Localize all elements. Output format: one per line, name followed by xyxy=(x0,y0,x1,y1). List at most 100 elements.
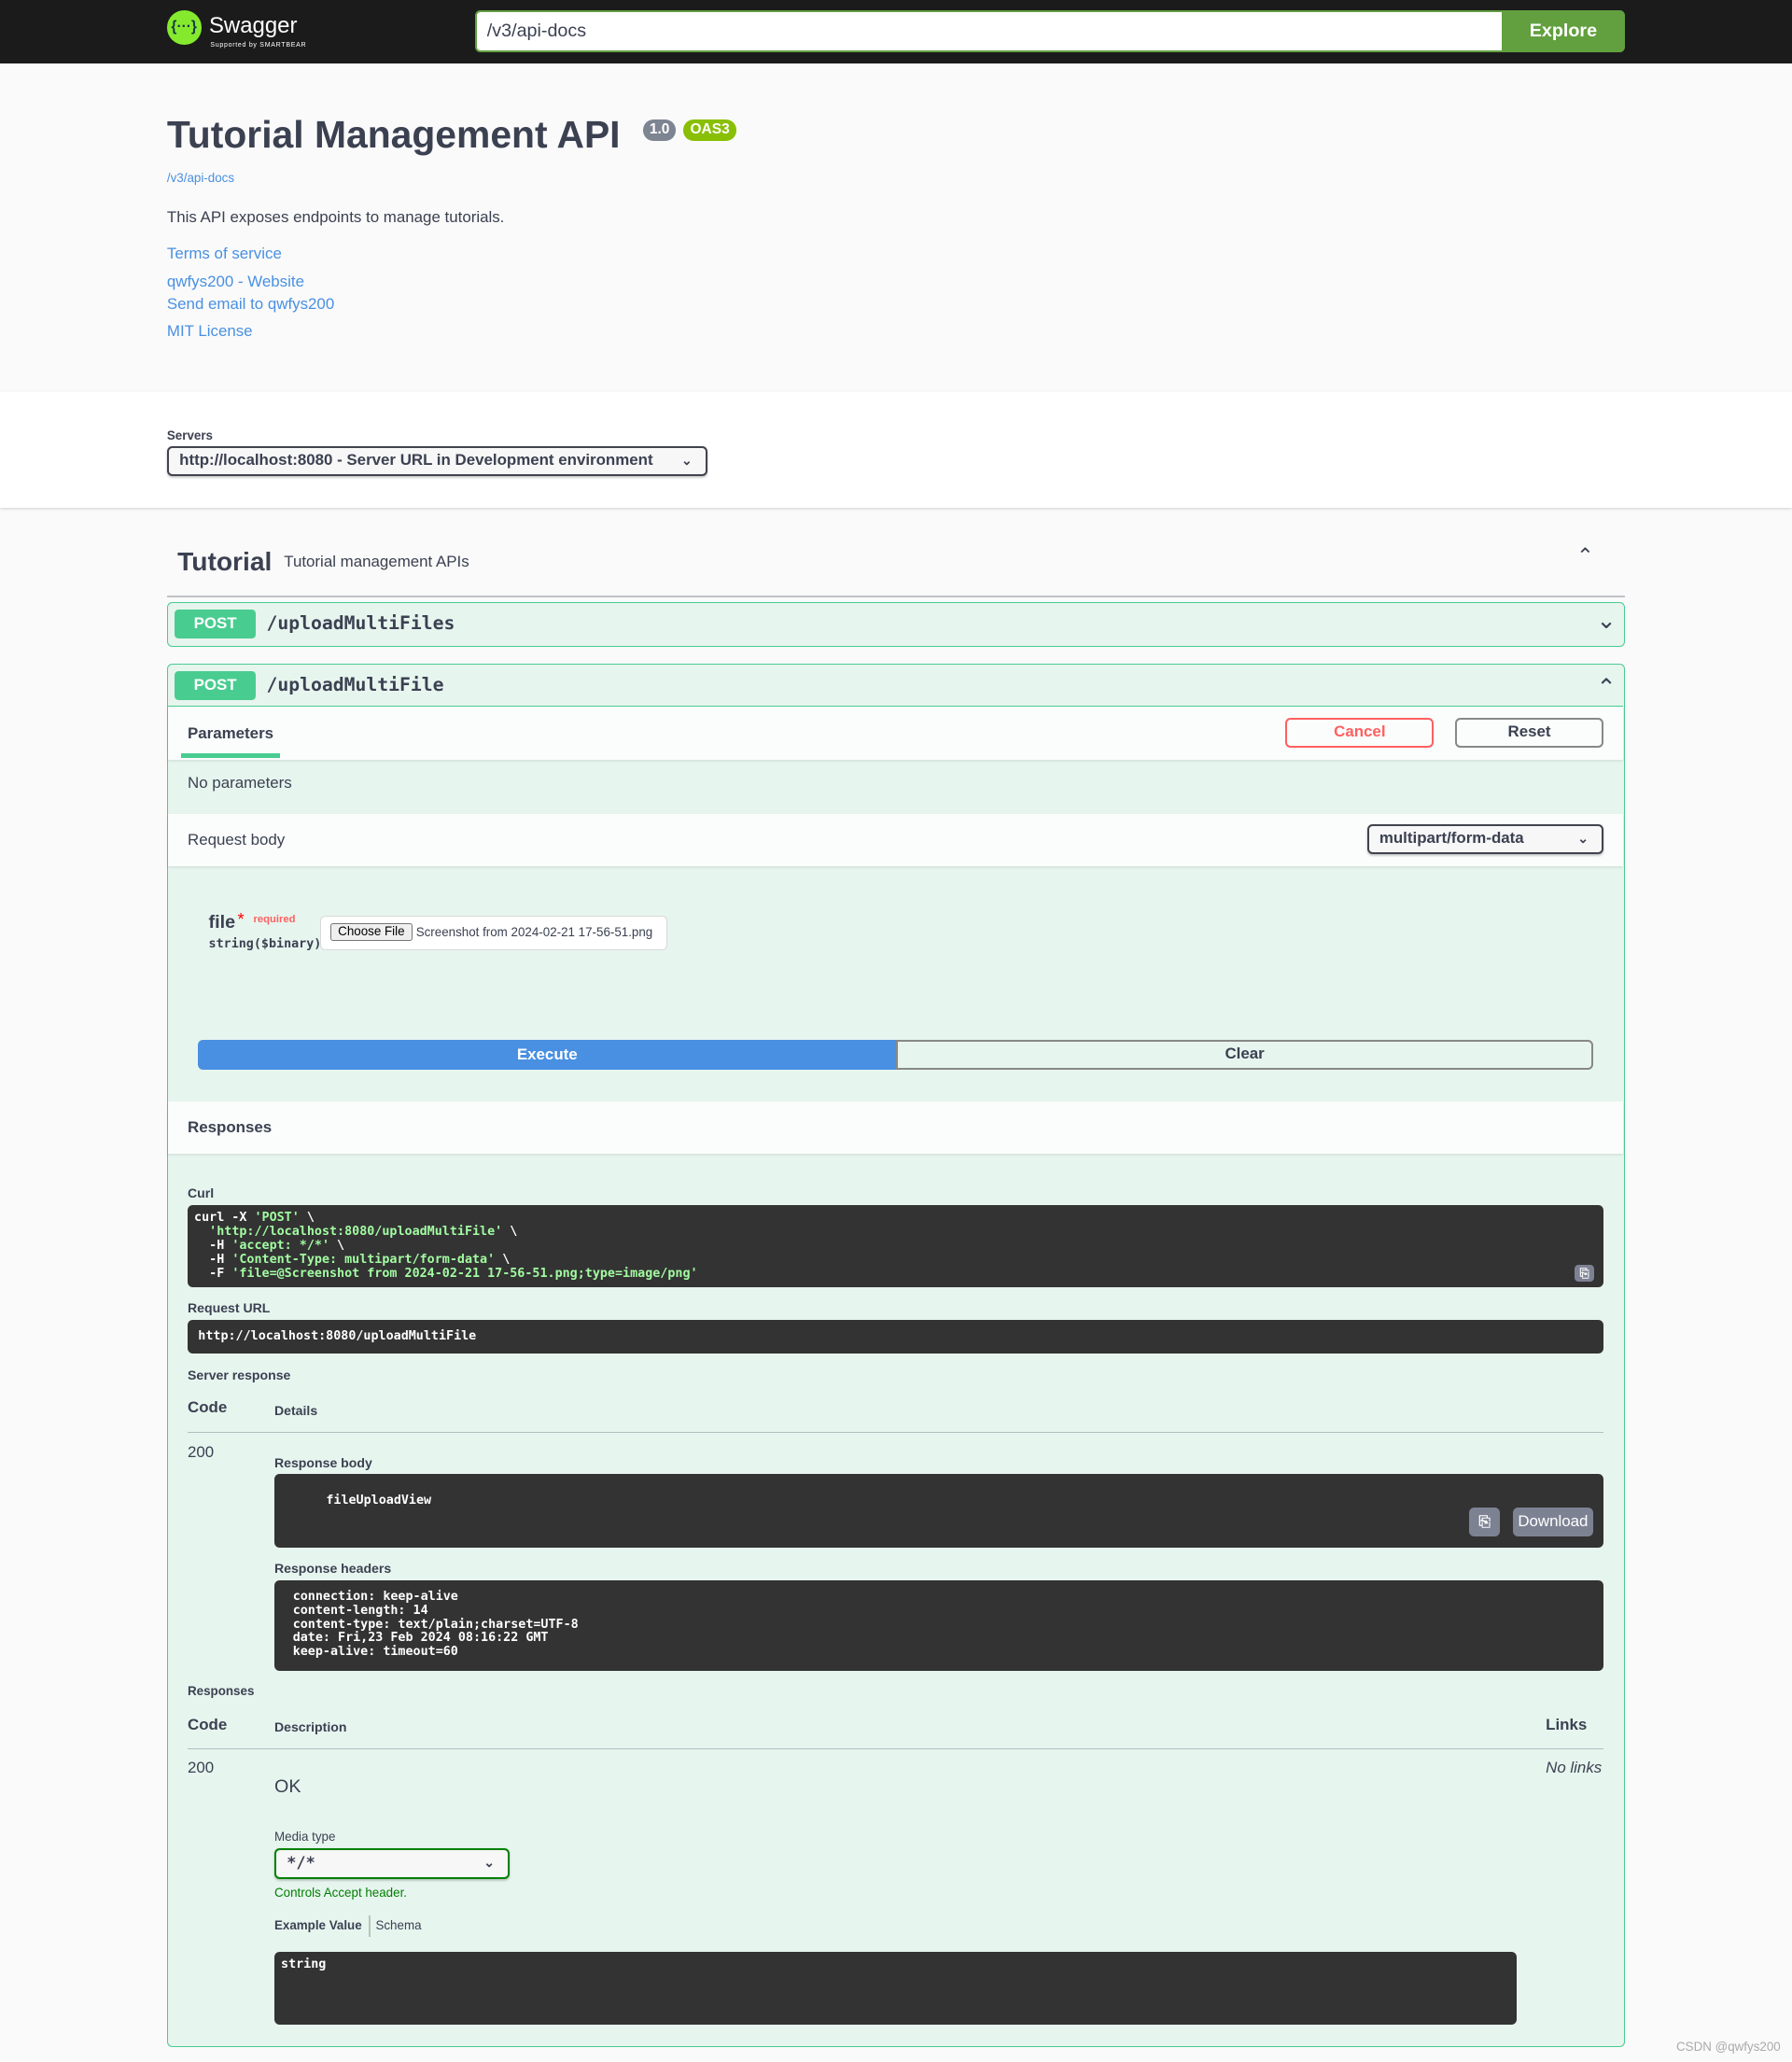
parameters-header: Parameters Cancel Reset xyxy=(167,707,1624,760)
response-status-code: 200 xyxy=(188,1443,215,1462)
tab-divider xyxy=(369,1915,371,1937)
api-description: This API exposes endpoints to manage tut… xyxy=(166,207,505,226)
file-input[interactable]: Choose File Screenshot from 2024-02-21 1… xyxy=(320,916,668,951)
curl-line: -H 'accept: */*' \ xyxy=(194,1238,1597,1254)
tag-description: Tutorial management APIs xyxy=(284,552,469,570)
no-links: No links xyxy=(1546,1759,1603,1777)
responses-header: Responses xyxy=(167,1101,1624,1155)
tab-underline xyxy=(180,752,280,759)
tab-schema[interactable]: Schema xyxy=(375,1918,421,1932)
response-headers-block: connection: keep-alive content-length: 1… xyxy=(273,1579,1604,1671)
operation-upload-multi-files[interactable]: POST /uploadMultiFiles ⌄ xyxy=(166,602,1626,648)
servers-selected: http://localhost:8080 - Server URL in De… xyxy=(179,450,653,469)
curl-cmd xyxy=(194,1225,209,1239)
terms-link[interactable]: Terms of service xyxy=(167,245,282,263)
media-type-select[interactable]: */* ⌄ xyxy=(273,1848,511,1879)
operation-path[interactable]: /uploadMultiFile xyxy=(267,674,444,695)
chevron-up-icon[interactable]: ⌃ xyxy=(1596,673,1616,702)
email-link[interactable]: Send email to qwfys200 xyxy=(167,295,334,314)
chosen-file-name: Screenshot from 2024-02-21 17-56-51.png xyxy=(415,924,653,939)
copy-icon[interactable]: ⎘ xyxy=(1469,1508,1500,1537)
logo-text: Swagger xyxy=(208,13,298,39)
curl-cmd: -H xyxy=(194,1238,232,1253)
download-button[interactable]: Download xyxy=(1512,1508,1593,1537)
watermark: CSDN @qwfys200 xyxy=(1676,2039,1781,2054)
copy-icon[interactable]: ⎘ xyxy=(1575,1264,1595,1283)
col-code: Code xyxy=(188,1715,228,1733)
oas-badge: OAS3 xyxy=(683,119,736,141)
chevron-down-icon[interactable]: ⌄ xyxy=(1596,606,1616,635)
operation-path: /uploadMultiFiles xyxy=(266,612,455,635)
curl-cmd: -F xyxy=(194,1266,232,1281)
curl-block: curl -X 'POST' \ 'http://localhost:8080/… xyxy=(188,1205,1604,1287)
example-value-block: string xyxy=(273,1952,1518,2025)
file-param-name: file xyxy=(208,912,236,933)
method-badge: POST xyxy=(174,671,257,701)
servers-select[interactable]: http://localhost:8080 - Server URL in De… xyxy=(166,445,707,476)
response-body-label: Response body xyxy=(273,1454,372,1470)
spec-link[interactable]: /v3/api-docs xyxy=(167,171,234,185)
response-headers-label: Response headers xyxy=(273,1560,392,1576)
media-type-value: */* xyxy=(287,1853,315,1873)
curl-line: curl -X 'POST' \ xyxy=(194,1212,1597,1226)
response-body-block: fileUploadView ⎘ Download xyxy=(273,1473,1604,1548)
divider xyxy=(188,1748,1604,1750)
license-link[interactable]: MIT License xyxy=(167,322,253,341)
curl-tail: \ xyxy=(299,1211,315,1226)
file-param-type: string($binary) xyxy=(208,936,322,951)
curl-str: 'http://localhost:8080/uploadMultiFile' xyxy=(209,1225,503,1240)
responses-label: Responses xyxy=(188,1684,255,1699)
curl-line: -F 'file=@Screenshot from 2024-02-21 17-… xyxy=(194,1266,1597,1282)
chevron-up-icon[interactable]: ⌃ xyxy=(1576,544,1594,568)
request-url-label: Request URL xyxy=(188,1299,271,1315)
curl-str: 'Content-Type: multipart/form-data' xyxy=(231,1252,496,1267)
curl-str: 'POST' xyxy=(254,1211,300,1226)
response-body-text: fileUploadView xyxy=(326,1493,432,1508)
choose-file-button[interactable]: Choose File xyxy=(330,923,413,942)
response-code: 200 xyxy=(188,1759,215,1777)
logo-subtitle: Supported by SMARTBEAR xyxy=(210,42,307,49)
content-type-value: multipart/form-data xyxy=(1379,828,1524,847)
curl-tail: \ xyxy=(495,1252,511,1267)
server-response-label: Server response xyxy=(188,1367,291,1382)
page-title: Tutorial Management API xyxy=(166,113,621,157)
col-links: Links xyxy=(1546,1715,1588,1733)
required-star: * xyxy=(237,909,245,930)
divider xyxy=(188,1431,1604,1433)
tab-example-value[interactable]: Example Value xyxy=(274,1918,362,1932)
clear-button[interactable]: Clear xyxy=(896,1039,1593,1071)
curl-cmd: curl -X xyxy=(194,1211,255,1226)
chevron-down-icon: ⌄ xyxy=(680,452,693,468)
cancel-button[interactable]: Cancel xyxy=(1285,717,1435,749)
servers-label: Servers xyxy=(166,428,213,443)
reset-button[interactable]: Reset xyxy=(1454,717,1604,749)
request-url-block: http://localhost:8080/uploadMultiFile xyxy=(188,1319,1604,1354)
required-label: required xyxy=(253,913,296,925)
col-details: Details xyxy=(273,1402,318,1418)
curl-tail: \ xyxy=(502,1225,518,1240)
swagger-logo-icon: {···} xyxy=(166,10,202,45)
curl-tail: \ xyxy=(329,1238,345,1253)
no-parameters-text: No parameters xyxy=(188,774,292,793)
website-link[interactable]: qwfys200 - Website xyxy=(167,273,304,291)
swagger-page: {···} Swagger Supported by SMARTBEAR Exp… xyxy=(0,0,1792,2062)
tab-parameters[interactable]: Parameters xyxy=(188,724,273,743)
curl-line: 'http://localhost:8080/uploadMultiFile' … xyxy=(194,1225,1597,1240)
curl-line: -H 'Content-Type: multipart/form-data' \ xyxy=(194,1252,1597,1268)
execute-button[interactable]: Execute xyxy=(198,1039,897,1071)
col-code: Code xyxy=(188,1398,228,1417)
operation-upload-multi-file: POST /uploadMultiFile ⌃ Parameters Cance… xyxy=(166,664,1626,2048)
topbar: {···} Swagger Supported by SMARTBEAR Exp… xyxy=(0,0,1792,63)
method-badge: POST xyxy=(174,610,257,639)
media-type-label: Media type xyxy=(273,1830,336,1845)
tag-name[interactable]: Tutorial xyxy=(177,546,272,577)
explore-button[interactable]: Explore xyxy=(1501,10,1626,53)
curl-cmd: -H xyxy=(194,1252,232,1267)
chevron-down-icon: ⌄ xyxy=(1577,830,1589,846)
curl-str: 'file=@Screenshot from 2024-02-21 17-56-… xyxy=(231,1266,698,1281)
responses-heading: Responses xyxy=(188,1118,273,1137)
spec-url-input[interactable] xyxy=(474,10,1509,53)
content-type-select[interactable]: multipart/form-data ⌄ xyxy=(1366,823,1604,855)
curl-label: Curl xyxy=(188,1185,215,1201)
version-badge: 1.0 xyxy=(642,119,677,141)
